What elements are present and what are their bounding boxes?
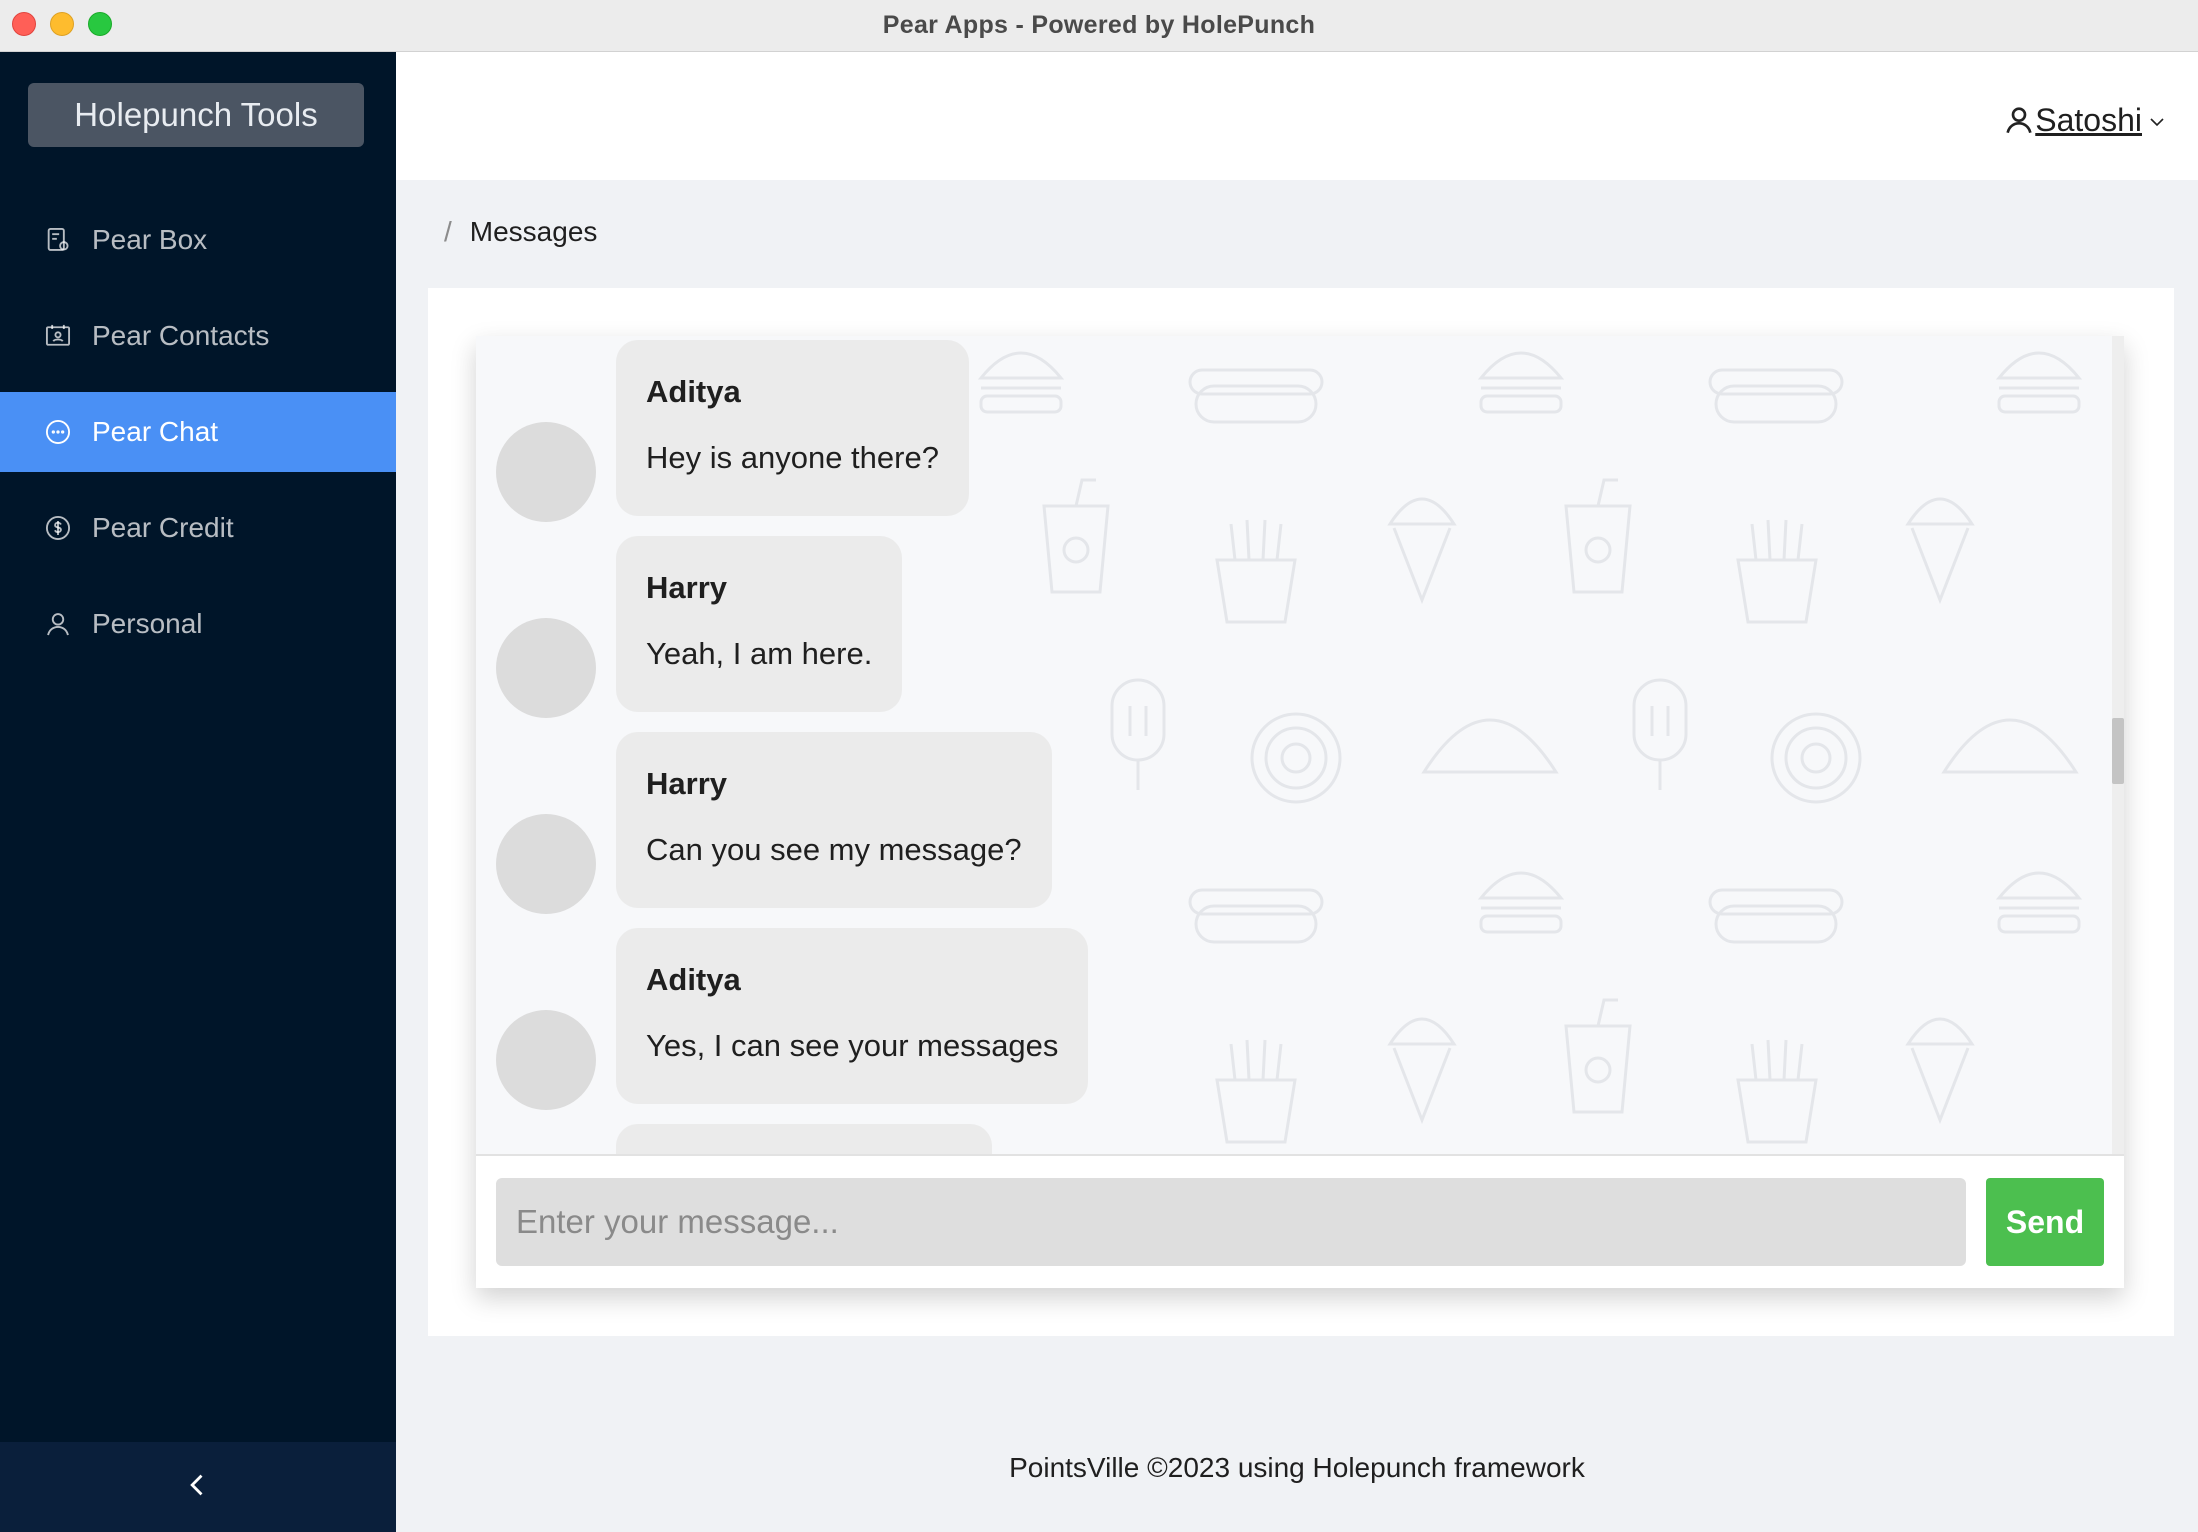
main-area: Satoshi / Messages Aditya Hey is anyone …: [396, 52, 2198, 1532]
popsicle-icon: [1632, 678, 1688, 790]
brand-logo: Holepunch Tools: [28, 83, 364, 147]
avatar: [496, 1010, 596, 1110]
burger-icon: [1477, 351, 1565, 414]
app-window: Pear Apps - Powered by HolePunch Holepun…: [0, 0, 2198, 1532]
cup-icon: [1564, 478, 1632, 594]
minimize-window-button[interactable]: [50, 12, 74, 36]
message-input[interactable]: [496, 1178, 1966, 1266]
breadcrumb: / Messages: [444, 216, 597, 248]
donut-icon: [1250, 712, 1342, 804]
hotdog-icon: [1188, 888, 1324, 944]
cup-icon: [1564, 998, 1632, 1114]
hotdog-icon: [1708, 368, 1844, 424]
message-scrollbar[interactable]: [2112, 336, 2124, 1154]
message-sender: Aditya: [646, 962, 741, 997]
hotdog-icon: [1708, 888, 1844, 944]
sidebar-item-label: Pear Chat: [92, 416, 219, 447]
avatar: [496, 814, 596, 914]
sidebar-item-pear-box[interactable]: Pear Box: [0, 200, 396, 280]
sidebar-item-label: Pear Contacts: [92, 320, 270, 351]
sidebar-item-pear-chat[interactable]: Pear Chat: [0, 392, 396, 472]
fries-icon: [1736, 519, 1818, 624]
ice-cream-icon: [1905, 497, 1975, 604]
send-button[interactable]: Send: [1986, 1178, 2104, 1266]
contacts-icon: [44, 322, 72, 350]
sidebar-collapse-button[interactable]: [0, 1442, 396, 1532]
ice-cream-icon: [1905, 1017, 1975, 1124]
sidebar-menu: Pear Box Pear Contacts Pear Chat Pear Cr…: [0, 200, 396, 680]
message-text: Can you see my message?: [646, 832, 1022, 867]
taco-icon: [1421, 718, 1559, 774]
burger-icon: [977, 351, 1065, 414]
box-icon: [44, 226, 72, 254]
user-icon: [2003, 96, 2035, 144]
chat-box: Aditya Hey is anyone there? Harry Yeah, …: [476, 336, 2124, 1288]
sidebar: Holepunch Tools Pear Box Pear Contacts P…: [0, 52, 396, 1532]
user-menu[interactable]: Satoshi: [2003, 96, 2166, 144]
message-sender: Aditya: [646, 374, 741, 409]
sidebar-item-label: Pear Box: [92, 224, 208, 255]
message-item: Aditya Yes, I can see your messages: [496, 928, 1089, 1110]
dollar-icon: [44, 514, 72, 542]
top-header: Satoshi: [396, 52, 2198, 180]
message-bubble: Harry Can you see my message?: [616, 732, 1052, 908]
message-item: Harry Can you see my message?: [496, 732, 1052, 914]
message-item-partial: [496, 1124, 992, 1154]
chevron-left-icon: [184, 1471, 212, 1504]
chevron-down-icon: [2142, 102, 2166, 139]
breadcrumb-separator: /: [444, 216, 452, 247]
title-bar: Pear Apps - Powered by HolePunch: [0, 0, 2198, 52]
message-text: Yeah, I am here.: [646, 636, 873, 671]
footer-text: PointsVille ©2023 using Holepunch framew…: [1009, 1452, 1585, 1483]
message-text: Hey is anyone there?: [646, 440, 939, 475]
taco-icon: [1941, 718, 2079, 774]
window-controls: [12, 12, 112, 36]
scrollbar-thumb[interactable]: [2112, 718, 2124, 784]
chat-icon: [44, 418, 72, 446]
avatar: [496, 618, 596, 718]
user-name: Satoshi: [2035, 101, 2142, 138]
message-item: Harry Yeah, I am here.: [496, 536, 903, 718]
burger-icon: [1477, 871, 1565, 934]
message-bubble: Harry Yeah, I am here.: [616, 536, 903, 712]
message-text: Yes, I can see your messages: [646, 1028, 1059, 1063]
sidebar-item-personal[interactable]: Personal: [0, 584, 396, 664]
window-title: Pear Apps - Powered by HolePunch: [882, 11, 1316, 39]
breadcrumb-current: Messages: [469, 216, 598, 247]
message-sender: Harry: [646, 766, 727, 801]
message-bubble: [616, 1124, 992, 1154]
fries-icon: [1215, 1039, 1297, 1144]
message-composer: Send: [496, 1178, 2104, 1266]
sidebar-item-pear-credit[interactable]: Pear Credit: [0, 488, 396, 568]
ice-cream-icon: [1387, 497, 1457, 604]
sidebar-item-label: Personal: [92, 608, 203, 639]
sidebar-item-pear-contacts[interactable]: Pear Contacts: [0, 296, 396, 376]
message-item: Aditya Hey is anyone there?: [496, 340, 969, 522]
fries-icon: [1215, 519, 1297, 624]
close-window-button[interactable]: [12, 12, 36, 36]
cup-icon: [1042, 478, 1110, 594]
fries-icon: [1736, 1039, 1818, 1144]
avatar: [496, 422, 596, 522]
message-sender: Harry: [646, 570, 727, 605]
sidebar-item-label: Pear Credit: [92, 512, 234, 543]
ice-cream-icon: [1387, 1017, 1457, 1124]
message-list[interactable]: Aditya Hey is anyone there? Harry Yeah, …: [476, 336, 2124, 1156]
donut-icon: [1770, 712, 1862, 804]
content-card: Aditya Hey is anyone there? Harry Yeah, …: [428, 288, 2174, 1336]
user-icon: [44, 610, 72, 638]
hotdog-icon: [1188, 368, 1324, 424]
burger-icon: [1995, 351, 2083, 414]
message-bubble: Aditya Hey is anyone there?: [616, 340, 969, 516]
burger-icon: [1995, 871, 2083, 934]
message-bubble: Aditya Yes, I can see your messages: [616, 928, 1089, 1104]
popsicle-icon: [1110, 678, 1166, 790]
maximize-window-button[interactable]: [88, 12, 112, 36]
